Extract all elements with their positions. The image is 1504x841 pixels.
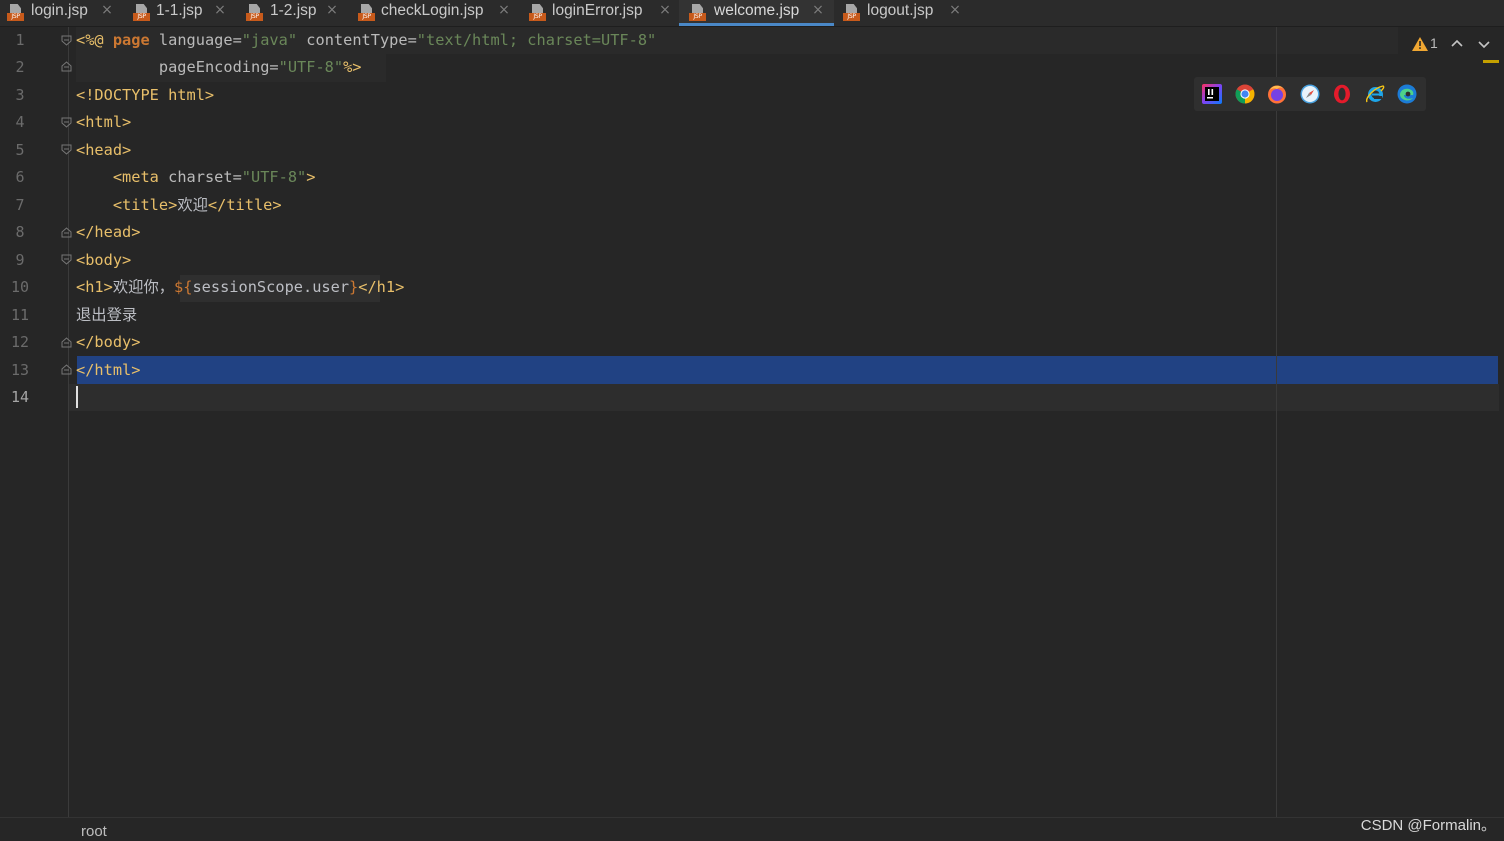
line-number: 5	[15, 141, 25, 159]
chrome-icon[interactable]	[1235, 84, 1255, 104]
intellij-icon[interactable]	[1202, 84, 1222, 104]
tab-login-jsp[interactable]: JSP login.jsp ×	[0, 0, 124, 26]
code-line-8: </head>	[76, 223, 141, 241]
jsp-file-icon: JSP	[689, 4, 707, 21]
code-line-10: <h1>欢迎你，${sessionScope.user}</h1>	[76, 278, 405, 296]
code-line-7: <title>欢迎</title>	[112, 196, 282, 214]
line-number: 7	[15, 196, 25, 214]
breadcrumb-bar: root CSDN @Formalin。	[0, 817, 1504, 841]
code-line-11: 退出登录	[76, 306, 138, 324]
code-line-2: pageEncoding="UTF-8"%>	[158, 58, 362, 76]
line-number: 6	[15, 168, 25, 186]
code-line-6: <meta charset="UTF-8">	[112, 168, 316, 186]
line-number: 4	[15, 113, 25, 131]
opera-icon[interactable]	[1332, 84, 1352, 104]
code-line-3: <!DOCTYPE html>	[76, 86, 215, 104]
close-icon[interactable]: ×	[326, 3, 338, 17]
code-line-13: </html>	[76, 361, 141, 379]
close-icon[interactable]: ×	[214, 3, 226, 17]
code-line-4: <html>	[76, 113, 132, 131]
code-line-12: </body>	[76, 333, 141, 351]
jsp-file-icon: JSP	[358, 4, 376, 21]
close-icon[interactable]: ×	[949, 3, 961, 17]
scrollbar-warning-marker[interactable]	[1483, 60, 1499, 63]
breadcrumb-root[interactable]: root	[81, 823, 107, 840]
line-number: 8	[15, 223, 25, 241]
text-caret	[76, 386, 78, 408]
chevron-up-icon[interactable]	[1450, 36, 1464, 50]
jsp-file-icon: JSP	[133, 4, 151, 21]
line-number: 3	[15, 86, 25, 104]
editor-tab-bar: JSP login.jsp × JSP 1-1.jsp × JSP 1-2.js…	[0, 0, 1504, 27]
code-line-9: <body>	[76, 251, 132, 269]
code-line-1: <%@ page language="java" contentType="te…	[76, 31, 657, 49]
close-icon[interactable]: ×	[101, 3, 113, 17]
code-editor[interactable]: <%@ page language="java" contentType="te…	[69, 27, 1499, 817]
tab-loginerror-jsp[interactable]: JSP loginError.jsp ×	[522, 0, 678, 26]
line-number: 12	[10, 333, 30, 351]
line-number: 14	[10, 388, 30, 406]
tab-1-2-jsp[interactable]: JSP 1-2.jsp ×	[239, 0, 351, 26]
line-number: 1	[15, 31, 25, 49]
watermark: CSDN @Formalin。	[1360, 817, 1496, 834]
warning-icon	[1412, 36, 1428, 51]
browser-preview-popup	[1194, 77, 1426, 111]
line-number: 10	[10, 278, 30, 296]
warning-count: 1	[1430, 35, 1438, 51]
line-number: 9	[15, 251, 25, 269]
tab-logout-jsp[interactable]: JSP logout.jsp ×	[836, 0, 966, 26]
tab-label: loginError.jsp	[552, 2, 643, 19]
tab-label: logout.jsp	[867, 2, 934, 19]
line-number: 2	[15, 58, 25, 76]
jsp-file-icon: JSP	[843, 4, 861, 21]
tab-label: 1-1.jsp	[156, 2, 203, 19]
tab-label: login.jsp	[31, 2, 88, 19]
safari-icon[interactable]	[1300, 84, 1320, 104]
tab-label: welcome.jsp	[714, 2, 800, 19]
close-icon[interactable]: ×	[812, 3, 824, 17]
edge-icon[interactable]	[1397, 84, 1417, 104]
code-line-5: <head>	[76, 141, 132, 159]
line-number: 13	[10, 361, 30, 379]
ie-icon[interactable]	[1365, 84, 1385, 104]
firefox-icon[interactable]	[1267, 84, 1287, 104]
tab-label: checkLogin.jsp	[381, 2, 484, 19]
tab-label: 1-2.jsp	[270, 2, 317, 19]
tab-checklogin-jsp[interactable]: JSP checkLogin.jsp ×	[351, 0, 521, 26]
chevron-down-icon[interactable]	[1477, 36, 1491, 50]
tab-1-1-jsp[interactable]: JSP 1-1.jsp ×	[126, 0, 238, 26]
line-number: 11	[10, 306, 30, 324]
jsp-file-icon: JSP	[529, 4, 547, 21]
jsp-file-icon: JSP	[7, 4, 25, 21]
jsp-file-icon: JSP	[246, 4, 264, 21]
close-icon[interactable]: ×	[659, 3, 671, 17]
line-number-gutter[interactable]: 1 2 3 4 5 6 7 8 9 10 11 12 13 14	[0, 27, 72, 817]
close-icon[interactable]: ×	[498, 3, 510, 17]
tab-welcome-jsp[interactable]: JSP welcome.jsp ×	[679, 0, 834, 26]
